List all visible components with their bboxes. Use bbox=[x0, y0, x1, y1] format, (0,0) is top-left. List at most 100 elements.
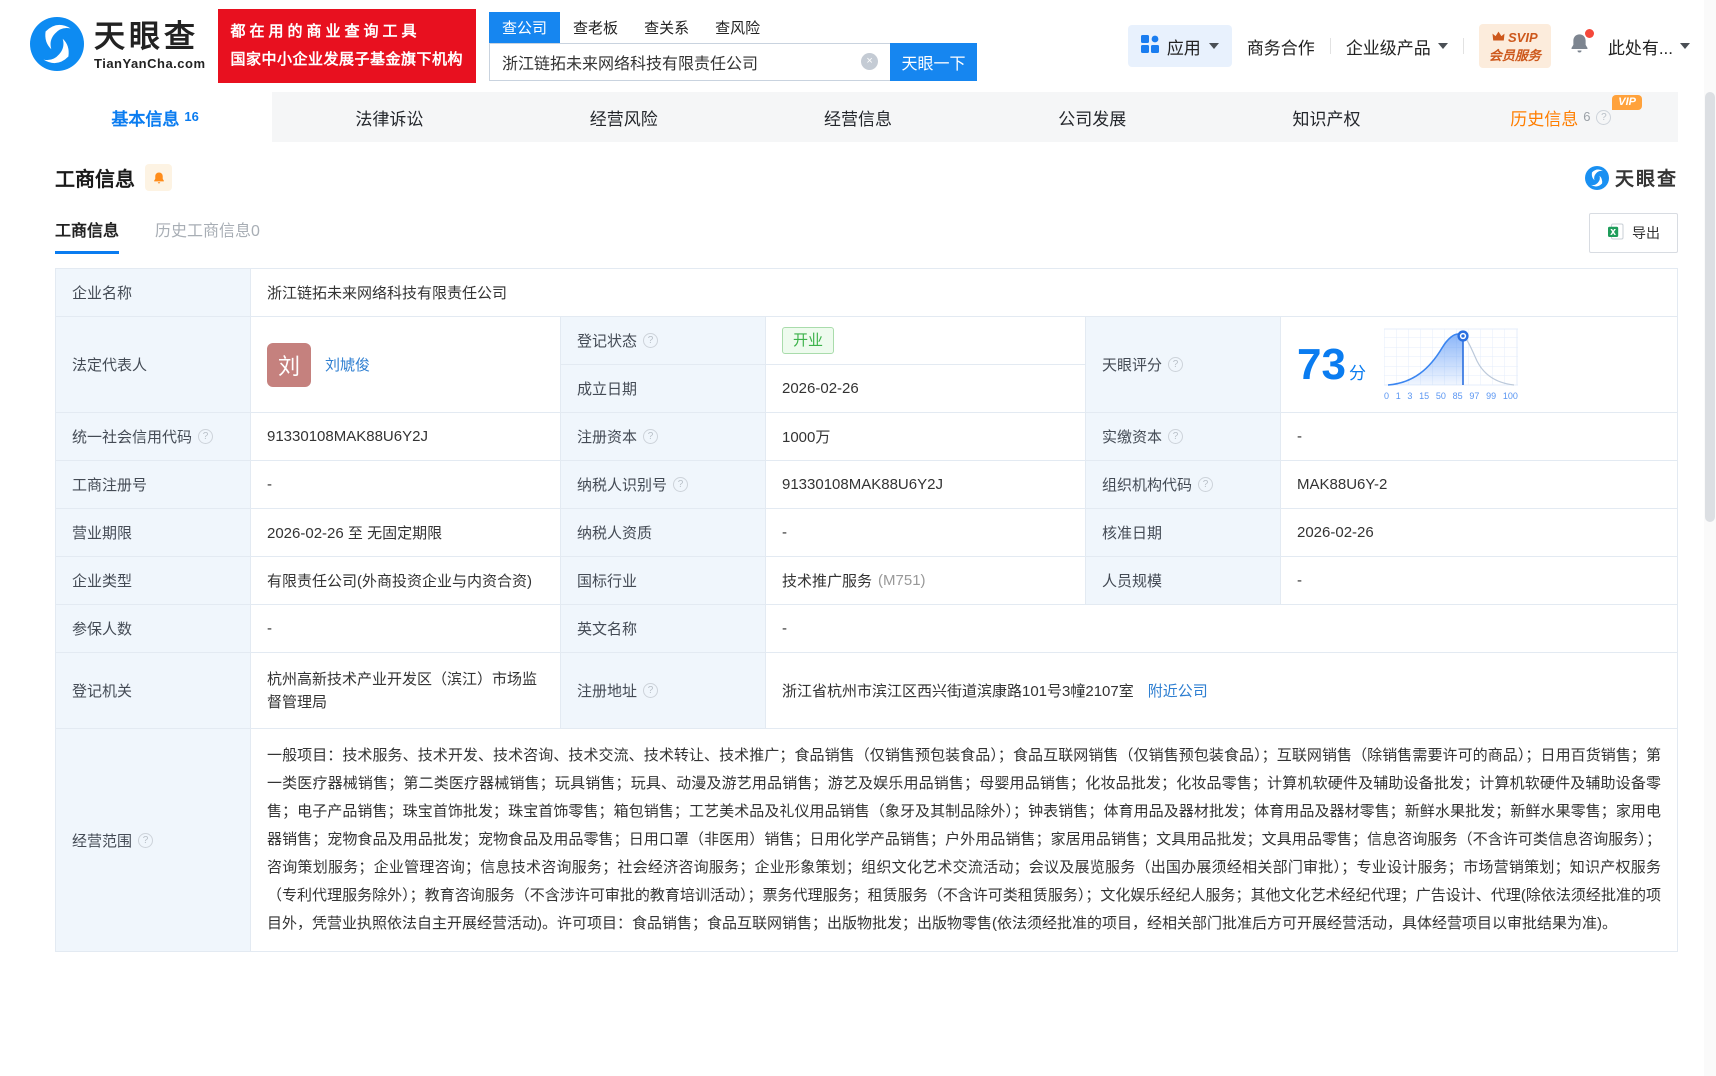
notification-dot bbox=[1584, 29, 1594, 38]
taxpayer-quality-value: - bbox=[766, 509, 1086, 557]
nearby-companies-link[interactable]: 附近公司 bbox=[1148, 680, 1208, 701]
business-scope-label-text: 经营范围 bbox=[72, 832, 133, 850]
export-button[interactable]: 导出 bbox=[1589, 213, 1678, 253]
legal-rep-avatar[interactable]: 刘 bbox=[267, 342, 311, 387]
reg-status-label-text: 登记状态 bbox=[577, 333, 638, 350]
staff-size-label: 人员规模 bbox=[1086, 557, 1281, 605]
reg-authority-value-text: 杭州高新技术产业开发区（滨江）市场监督管理局 bbox=[267, 670, 538, 711]
reg-capital-label-text: 注册资本 bbox=[577, 429, 638, 446]
chevron-down-icon bbox=[1208, 43, 1219, 49]
help-icon[interactable]: ? bbox=[1168, 357, 1184, 372]
search-block: 查公司 查老板 查关系 查风险 × 天眼一下 bbox=[489, 11, 978, 81]
credit-code-value: 91330108MAK88U6Y2J bbox=[251, 413, 561, 461]
business-info-table: 企业名称 浙江链拓未来网络科技有限责任公司 法定代表人 刘 刘虓俊 登记状态 ?… bbox=[55, 268, 1678, 952]
search-tab-company[interactable]: 查公司 bbox=[489, 11, 561, 43]
search-button[interactable]: 天眼一下 bbox=[890, 42, 978, 81]
tab-operation-risk[interactable]: 经营风险 bbox=[507, 92, 741, 142]
help-icon[interactable]: ? bbox=[138, 832, 154, 848]
subtab-history-business-info[interactable]: 历史工商信息0 bbox=[155, 217, 260, 254]
user-menu[interactable]: 此处有... bbox=[1608, 34, 1690, 59]
tab-intellectual-property[interactable]: 知识产权 bbox=[1209, 92, 1443, 142]
legal-rep-link[interactable]: 刘虓俊 bbox=[325, 354, 370, 375]
enterprise-products-label: 企业级产品 bbox=[1345, 38, 1431, 58]
subtab-business-info[interactable]: 工商信息 bbox=[55, 217, 120, 254]
enterprise-products-link[interactable]: 企业级产品 bbox=[1346, 34, 1448, 59]
insured-count-label: 参保人数 bbox=[56, 605, 251, 653]
search-tab-risk[interactable]: 查风险 bbox=[715, 12, 760, 43]
business-term-label: 营业期限 bbox=[56, 509, 251, 557]
taxpayer-quality-label: 纳税人资质 bbox=[561, 509, 766, 557]
search-tab-boss[interactable]: 查老板 bbox=[573, 12, 618, 43]
tab-intellectual-property-label: 知识产权 bbox=[1292, 109, 1361, 129]
reg-number-label: 工商注册号 bbox=[56, 461, 251, 509]
reg-status-value: 开业 bbox=[766, 317, 1086, 365]
tab-basic-info-count: 16 bbox=[184, 108, 199, 124]
main-content: 工商信息 天眼查 工商信息 历史工商信息0 导出 企业名称 浙江链拓未来网络科技… bbox=[38, 142, 1678, 952]
vip-badge: VIP bbox=[1612, 95, 1642, 110]
approval-date-label: 核准日期 bbox=[1086, 509, 1281, 557]
business-scope-label: 经营范围 ? bbox=[56, 729, 251, 952]
tab-company-development[interactable]: 公司发展 bbox=[975, 92, 1209, 142]
industry-label: 国标行业 bbox=[561, 557, 766, 605]
tab-history-info-label: 历史信息 bbox=[1510, 109, 1579, 129]
chevron-down-icon bbox=[1437, 43, 1448, 49]
help-icon[interactable]: ? bbox=[198, 429, 214, 444]
legal-rep-value: 刘 刘虓俊 bbox=[251, 317, 561, 413]
reg-address-label-text: 注册地址 bbox=[577, 683, 638, 700]
reg-capital-value: 1000万 bbox=[766, 413, 1086, 461]
score-label: 天眼评分 ? bbox=[1086, 317, 1281, 413]
paid-capital-label: 实缴资本 ? bbox=[1086, 413, 1281, 461]
help-icon[interactable]: ? bbox=[1198, 477, 1214, 492]
taxpayer-id-value: 91330108MAK88U6Y2J bbox=[766, 461, 1086, 509]
slogan-line1: 都在用的商业查询工具 bbox=[230, 23, 421, 41]
crown-icon bbox=[1492, 29, 1505, 47]
tab-legal-litigation[interactable]: 法律诉讼 bbox=[272, 92, 506, 142]
org-code-label: 组织机构代码 ? bbox=[1086, 461, 1281, 509]
est-date-value: 2026-02-26 bbox=[766, 365, 1086, 413]
help-icon[interactable]: ? bbox=[643, 429, 659, 444]
score-value: 73 分 0 1 3 15 50 85 97 99 100 bbox=[1281, 317, 1678, 413]
page-scrollbar[interactable] bbox=[1704, 0, 1716, 1076]
tab-company-development-label: 公司发展 bbox=[1058, 109, 1127, 129]
svip-member-button[interactable]: SVIP 会员服务 bbox=[1478, 23, 1551, 69]
clear-search-icon[interactable]: × bbox=[861, 53, 879, 70]
apps-menu[interactable]: 应用 bbox=[1127, 25, 1232, 67]
paid-capital-label-text: 实缴资本 bbox=[1102, 429, 1163, 446]
tianyancha-watermark: 天眼查 bbox=[1584, 164, 1678, 191]
score-axis: 0 1 3 15 50 85 97 99 100 bbox=[1383, 391, 1518, 401]
business-cooperation-link[interactable]: 商务合作 bbox=[1247, 34, 1315, 59]
insured-count-value: - bbox=[251, 605, 561, 653]
tab-operation-info[interactable]: 经营信息 bbox=[741, 92, 975, 142]
search-bar: × bbox=[489, 42, 891, 81]
search-tab-relation[interactable]: 查关系 bbox=[644, 12, 689, 43]
search-input[interactable] bbox=[490, 52, 862, 71]
english-name-value: - bbox=[766, 605, 1678, 653]
notification-bell-icon[interactable] bbox=[1568, 29, 1594, 60]
scrollbar-thumb[interactable] bbox=[1705, 92, 1715, 522]
industry-code: (M751) bbox=[878, 572, 926, 589]
company-type-label: 企业类型 bbox=[56, 557, 251, 605]
english-name-label: 英文名称 bbox=[561, 605, 766, 653]
top-header: 天眼查 TianYanCha.com 都在用的商业查询工具 国家中小企业发展子基… bbox=[0, 0, 1716, 92]
help-icon[interactable]: ? bbox=[643, 683, 659, 698]
legal-rep-label: 法定代表人 bbox=[56, 317, 251, 413]
est-date-label: 成立日期 bbox=[561, 365, 766, 413]
company-name-label: 企业名称 bbox=[56, 269, 251, 317]
reg-number-value: - bbox=[251, 461, 561, 509]
logo-subtitle: TianYanCha.com bbox=[94, 56, 206, 72]
header-right: 应用 商务合作 企业级产品 SVIP 会员服务 此处有... bbox=[1127, 23, 1690, 69]
tianyancha-logo[interactable]: 天眼查 TianYanCha.com bbox=[30, 16, 206, 76]
help-icon[interactable]: ? bbox=[1596, 109, 1612, 125]
section-title: 工商信息 bbox=[55, 169, 135, 191]
industry-value: 技术推广服务 (M751) bbox=[766, 557, 1086, 605]
tab-history-info[interactable]: VIP 历史信息 6 ? bbox=[1444, 92, 1678, 142]
tab-basic-info[interactable]: 基本信息 16 bbox=[38, 92, 273, 142]
help-icon[interactable]: ? bbox=[643, 333, 659, 348]
help-icon[interactable]: ? bbox=[673, 477, 689, 492]
help-icon[interactable]: ? bbox=[1168, 429, 1184, 444]
subscribe-bell-icon[interactable] bbox=[145, 164, 172, 191]
tab-basic-info-label: 基本信息 bbox=[111, 109, 180, 129]
score-distribution-chart: 0 1 3 15 50 85 97 99 100 bbox=[1383, 328, 1519, 401]
chevron-down-icon bbox=[1680, 43, 1690, 49]
staff-size-value: - bbox=[1281, 557, 1678, 605]
